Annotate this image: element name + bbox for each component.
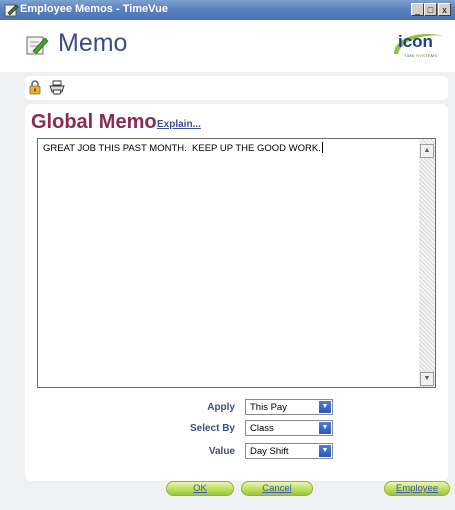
cancel-button[interactable]: Cancel <box>241 481 313 496</box>
page-title: Memo <box>58 29 128 57</box>
select-by-label: Select By <box>189 423 235 434</box>
select-by-select-value: Class <box>250 423 274 434</box>
memo-text-content: GREAT JOB THIS PAST MONTH. KEEP UP THE G… <box>43 143 321 154</box>
memo-scrollbar[interactable] <box>419 139 435 387</box>
value-select-value: Day Shift <box>250 446 289 457</box>
apply-label: Apply <box>207 402 235 413</box>
minimize-button[interactable]: _ <box>411 3 424 16</box>
title-bar[interactable]: Employee Memos - TimeVue _ □ x <box>0 0 455 20</box>
memo-text[interactable]: GREAT JOB THIS PAST MONTH. KEEP UP THE G… <box>43 142 323 154</box>
apply-select[interactable]: This Pay ▼ <box>245 399 333 415</box>
memo-textarea[interactable] <box>37 138 436 388</box>
chevron-down-icon[interactable]: ▼ <box>319 445 331 457</box>
close-button[interactable]: x <box>438 3 451 16</box>
ok-button[interactable]: OK <box>166 481 234 496</box>
lock-icon[interactable] <box>28 79 42 95</box>
value-select[interactable]: Day Shift ▼ <box>245 443 333 459</box>
logo-subtitle: TIME SYSTEMS <box>404 53 438 58</box>
chevron-down-icon[interactable]: ▼ <box>319 422 331 434</box>
logo-wordmark: icon <box>398 32 433 51</box>
toolbar <box>25 76 448 100</box>
explain-link[interactable]: Explain... <box>157 119 201 130</box>
employee-button[interactable]: Employee <box>384 481 450 496</box>
app-icon <box>4 4 19 17</box>
app-window: Employee Memos - TimeVue _ □ x Memo icon… <box>0 0 455 510</box>
maximize-button[interactable]: □ <box>424 3 437 16</box>
memo-icon <box>26 36 49 55</box>
chevron-down-icon[interactable]: ▼ <box>319 401 331 413</box>
printer-icon[interactable] <box>48 79 66 95</box>
value-label: Value <box>208 446 235 457</box>
scroll-down-arrow-icon[interactable]: ▼ <box>420 372 434 386</box>
window-title: Employee Memos - TimeVue <box>20 3 168 15</box>
select-by-select[interactable]: Class ▼ <box>245 420 333 436</box>
section-title: Global Memo <box>31 111 157 133</box>
apply-select-value: This Pay <box>250 402 287 413</box>
text-caret <box>321 142 323 153</box>
scroll-up-arrow-icon[interactable]: ▲ <box>420 144 434 158</box>
